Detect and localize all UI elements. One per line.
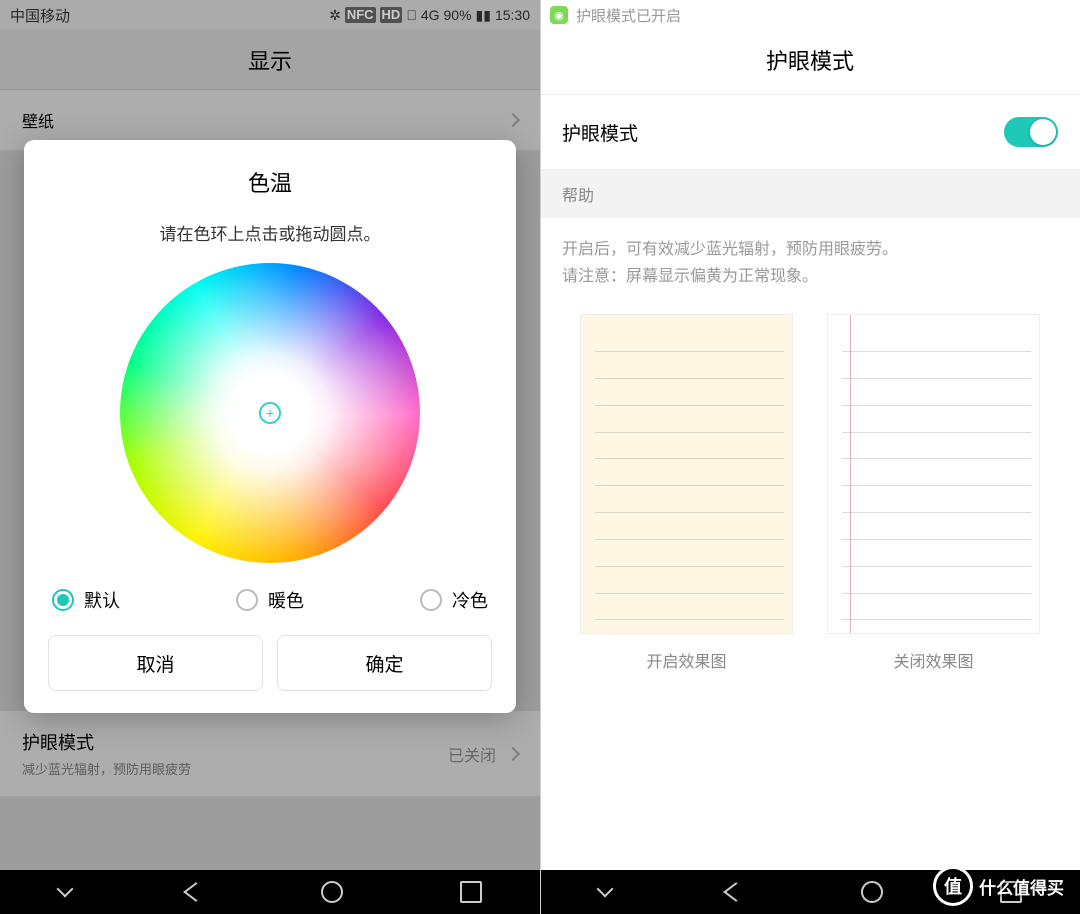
cancel-button[interactable]: 取消 (48, 635, 263, 691)
watermark: 值 什么值得买 (933, 866, 1064, 906)
modal-instruction: 请在色环上点击或拖动圆点。 (48, 220, 492, 245)
watermark-text: 什么值得买 (979, 874, 1064, 899)
help-section-header: 帮助 (540, 170, 1080, 218)
color-wheel[interactable]: + (120, 263, 420, 563)
phone-display-settings: 中国移动 ✲ NFC HD 󾓦 4G 90% ▮▮ 15:30 显示 壁纸 (0, 0, 540, 914)
radio-label: 冷色 (452, 587, 488, 613)
radio-label: 暖色 (268, 587, 304, 613)
nav-back-button[interactable] (183, 882, 209, 901)
nav-expand-icon[interactable] (596, 881, 613, 898)
preview-off-image (827, 314, 1040, 634)
help-line-2: 请注意：屏幕显示偏黄为正常现象。 (562, 263, 1058, 290)
color-wheel-handle[interactable]: + (259, 402, 281, 424)
preview-on-label: 开启效果图 (580, 648, 793, 672)
nav-recent-button[interactable] (460, 881, 482, 903)
color-temperature-modal: 色温 请在色环上点击或拖动圆点。 + 默认 暖色 冷色 (24, 140, 516, 713)
preview-row: 开启效果图 关闭效果图 (540, 314, 1080, 672)
eye-comfort-toggle-row: 护眼模式 (540, 95, 1080, 170)
radio-option-default[interactable]: 默认 (52, 587, 120, 613)
color-temp-options: 默认 暖色 冷色 (48, 587, 492, 635)
radio-option-cool[interactable]: 冷色 (420, 587, 488, 613)
toggle-label: 护眼模式 (562, 119, 638, 146)
watermark-badge: 值 (933, 866, 973, 906)
radio-option-warm[interactable]: 暖色 (236, 587, 304, 613)
radio-icon (420, 589, 442, 611)
eye-comfort-toggle[interactable] (1004, 117, 1058, 147)
nav-home-button[interactable] (321, 881, 343, 903)
notification-text: 护眼模式已开启 (576, 5, 681, 26)
status-bar: ◉ 护眼模式已开启 (540, 0, 1080, 30)
nav-expand-icon[interactable] (56, 881, 73, 898)
help-description: 开启后，可有效减少蓝光辐射，预防用眼疲劳。 请注意：屏幕显示偏黄为正常现象。 (540, 218, 1080, 314)
ok-button[interactable]: 确定 (277, 635, 492, 691)
help-line-1: 开启后，可有效减少蓝光辐射，预防用眼疲劳。 (562, 236, 1058, 263)
radio-icon (236, 589, 258, 611)
radio-label: 默认 (84, 587, 120, 613)
modal-title: 色温 (48, 166, 492, 198)
preview-off-label: 关闭效果图 (827, 648, 1040, 672)
navigation-bar (0, 870, 540, 914)
preview-on-image (580, 314, 793, 634)
nav-home-button[interactable] (861, 881, 883, 903)
page-title: 护眼模式 (540, 30, 1080, 95)
nav-back-button[interactable] (723, 882, 749, 901)
eye-comfort-screen: 护眼模式 护眼模式 帮助 开启后，可有效减少蓝光辐射，预防用眼疲劳。 请注意：屏… (540, 30, 1080, 870)
notification-app-icon: ◉ (550, 6, 568, 24)
radio-icon (52, 589, 74, 611)
phone-eye-comfort: ◉ 护眼模式已开启 护眼模式 护眼模式 帮助 开启后，可有效减少蓝光辐射，预防用… (540, 0, 1080, 914)
